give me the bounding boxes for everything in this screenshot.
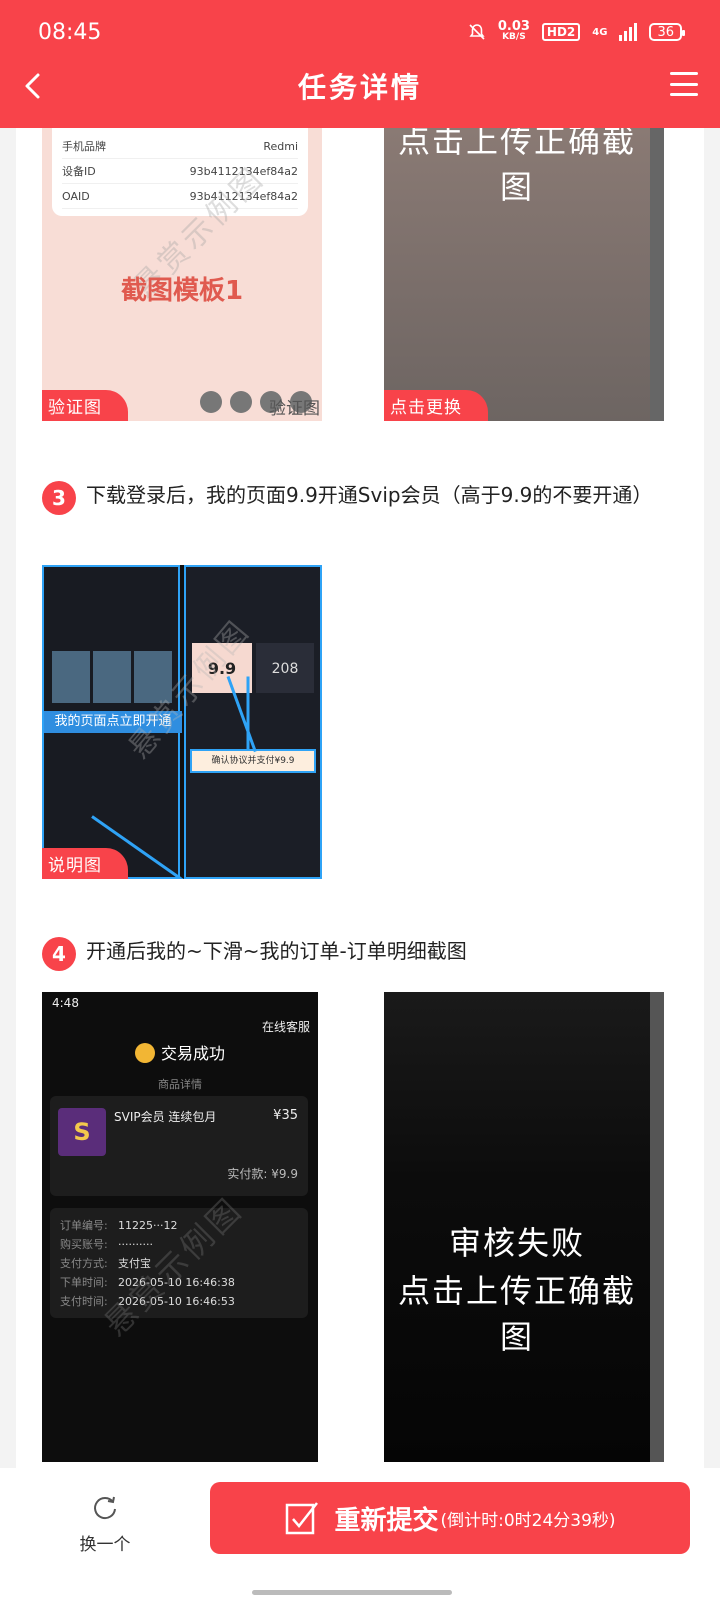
goods-name: SVIP会员 连续包月	[114, 1110, 217, 1124]
back-icon[interactable]	[18, 70, 50, 102]
example-time: 4:48	[52, 996, 79, 1010]
example-service: 在线客服	[261, 1020, 310, 1034]
svip-icon: S	[58, 1108, 106, 1156]
upload-hint: 点击上传正确截图	[397, 1272, 636, 1356]
menu-icon[interactable]	[670, 72, 698, 96]
net-speed-value: 0.03	[497, 19, 530, 34]
status-bar: 08:45 0.03 KB/S HD2 4G 36	[38, 18, 685, 46]
corner-label: 验证图	[269, 399, 320, 419]
goods-section-title: 商品详情	[158, 1078, 202, 1091]
change-image-tag[interactable]: 点击更换	[384, 390, 488, 421]
trade-success: 交易成功	[42, 1040, 318, 1064]
upload-hint: 点击上传正确截图	[397, 128, 636, 206]
device-info-panel: 手机品牌 Redmi 设备ID 93b4112134ef84a2 OAID 93…	[52, 128, 308, 216]
goods-price: ¥35	[273, 1108, 298, 1123]
explain-tag: 说明图	[42, 848, 128, 879]
network-type: 4G	[592, 26, 608, 38]
resubmit-label: 重新提交	[334, 1505, 439, 1536]
vip-price-alt: 208	[256, 643, 314, 693]
explain-right-screen: 9.9 208 确认协议并支付¥9.9	[184, 565, 322, 879]
goods-card: S SVIP会员 连续包月 ¥35 实付款: ¥9.9	[50, 1096, 308, 1196]
info-row: 手机品牌 Redmi	[62, 134, 298, 159]
paid-amount: 实付款: ¥9.9	[227, 1167, 298, 1181]
status-icons: 0.03 KB/S HD2 4G 36	[468, 19, 685, 43]
navbar: 任务详情	[0, 56, 720, 116]
verify-tag: 验证图	[42, 390, 128, 421]
step-4: 4 开通后我的~下滑~我的订单-订单明细截图	[42, 936, 682, 971]
countdown: (倒计时:0时24分39秒)	[440, 1510, 616, 1531]
mute-bell-icon	[469, 24, 485, 40]
home-indicator[interactable]	[252, 1590, 452, 1595]
page-title: 任务详情	[297, 71, 422, 104]
upload-slot-1[interactable]: 点击上传正确截图 点击更换	[384, 128, 664, 421]
order-example-image[interactable]: 4:48 在线客服 交易成功 商品详情 S SVIP会员 连续包月 ¥35 实付…	[42, 992, 318, 1462]
check-icon	[134, 1043, 155, 1063]
header: 08:45 0.03 KB/S HD2 4G 36 任务详情	[0, 0, 720, 128]
step-text: 下载登录后，我的页面9.9开通Svip会员（高于9.9的不要开通）	[86, 483, 653, 507]
resubmit-button[interactable]: 重新提交 (倒计时:0时24分39秒)	[210, 1482, 690, 1554]
review-failed-status: 审核失败	[448, 1224, 585, 1262]
step-3: 3 下载登录后，我的页面9.9开通Svip会员（高于9.9的不要开通）	[42, 480, 682, 515]
refresh-icon	[94, 1496, 116, 1520]
arrow-line	[246, 676, 250, 751]
hd-badge: HD2	[541, 23, 581, 41]
net-speed-unit: KB/S	[502, 32, 526, 42]
task-content[interactable]: 手机品牌 Redmi 设备ID 93b4112134ef84a2 OAID 93…	[16, 128, 704, 1468]
swap-task-button[interactable]: 换一个	[70, 1492, 140, 1555]
step-text: 开通后我的~下滑~我的订单-订单明细截图	[86, 939, 467, 963]
verify-image[interactable]: 手机品牌 Redmi 设备ID 93b4112134ef84a2 OAID 93…	[42, 128, 322, 421]
step-number: 4	[42, 937, 76, 971]
template-caption: 截图模板1	[120, 276, 244, 306]
explain-image[interactable]: 我的页面点立即开通 9.9 208 确认协议并支付¥9.9 悬赏示例图 说明图	[42, 565, 322, 879]
bottom-bar: 换一个 重新提交 (倒计时:0时24分39秒)	[0, 1468, 720, 1600]
net-speed: 0.03 KB/S	[497, 19, 530, 43]
swap-label: 换一个	[79, 1535, 131, 1555]
confirm-pay: 确认协议并支付¥9.9	[190, 749, 316, 773]
status-time: 08:45	[38, 19, 102, 45]
battery-icon: 36	[649, 23, 685, 41]
edit-check-icon	[286, 1502, 319, 1535]
step-number: 3	[42, 481, 76, 515]
upload-slot-2[interactable]: 审核失败 点击上传正确截图	[384, 992, 664, 1462]
signal-icon	[619, 23, 638, 41]
